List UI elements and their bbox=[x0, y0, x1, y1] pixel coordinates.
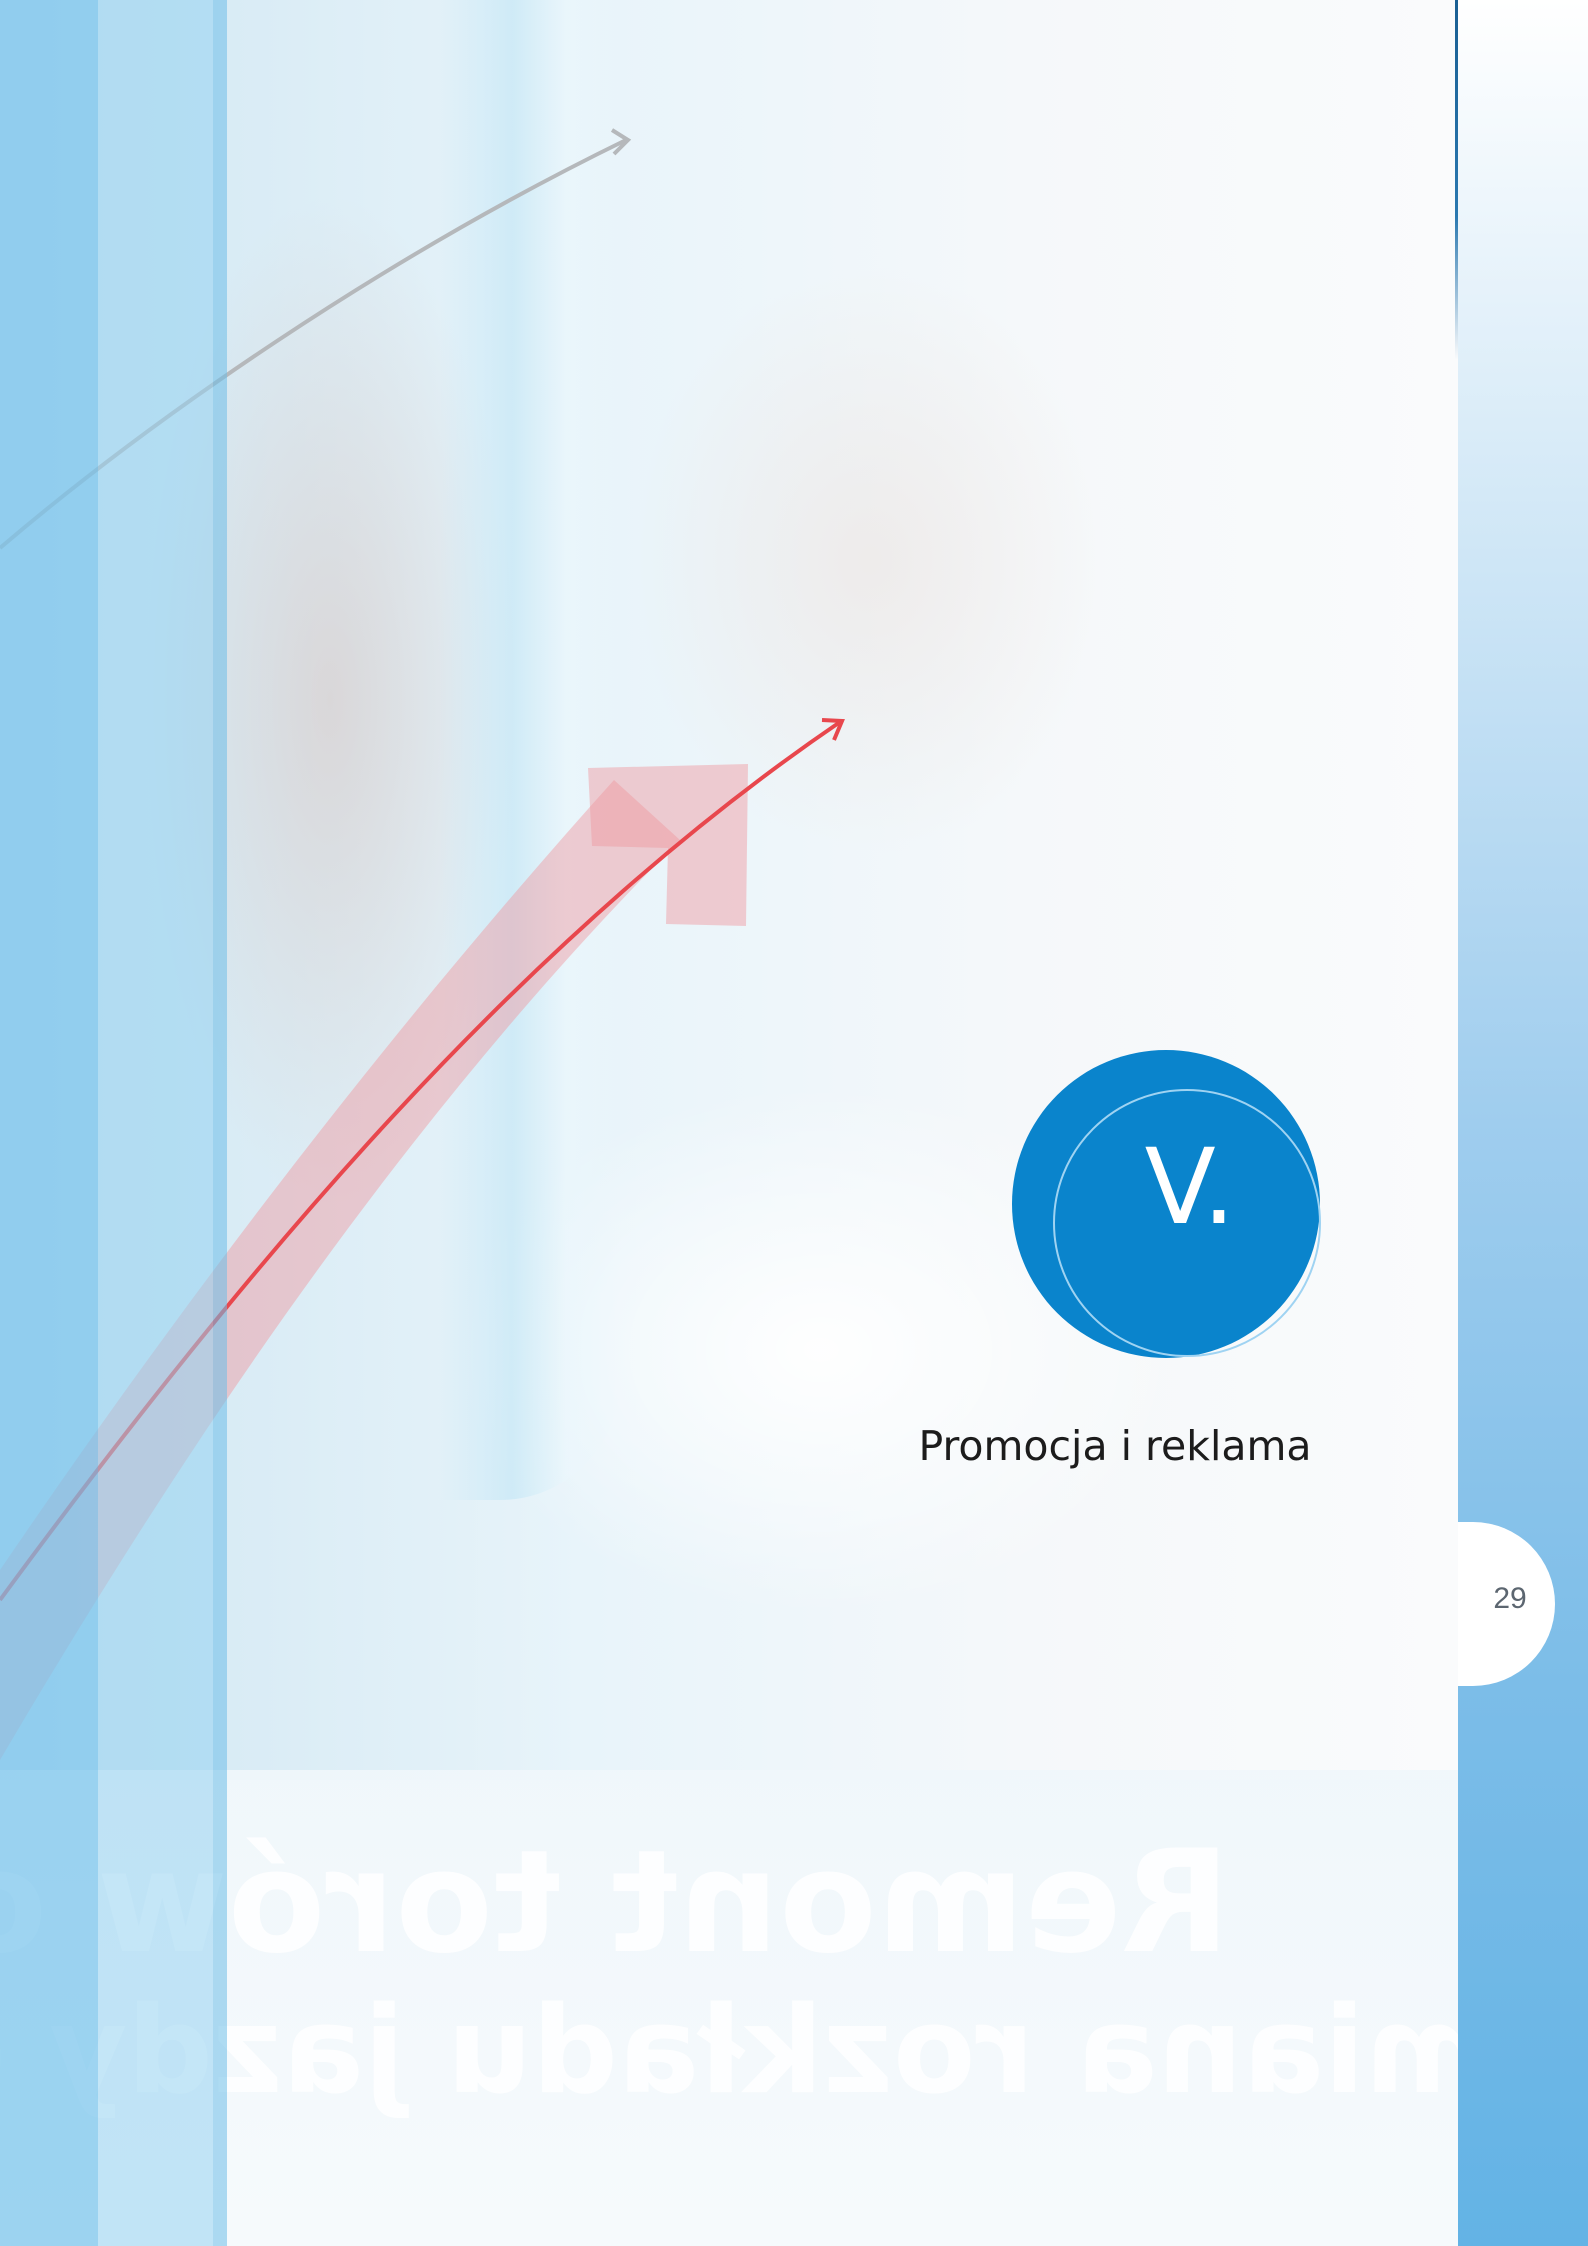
right-edge-line bbox=[1455, 0, 1458, 360]
left-blue-strip-inner bbox=[213, 0, 227, 2246]
right-blue-margin bbox=[1458, 0, 1588, 2246]
left-blue-strip-middle bbox=[98, 0, 213, 2246]
page-number: 29 bbox=[1493, 1582, 1527, 1615]
chapter-title: Promocja i reklama bbox=[918, 1422, 1312, 1470]
brochure-page: Remont torów o miana rozkładu jazdy - wi… bbox=[0, 0, 1588, 2246]
chapter-numeral: V. bbox=[1144, 1126, 1236, 1248]
left-blue-strip-outer bbox=[0, 0, 98, 2246]
growth-arrows-graphic bbox=[0, 128, 845, 1760]
